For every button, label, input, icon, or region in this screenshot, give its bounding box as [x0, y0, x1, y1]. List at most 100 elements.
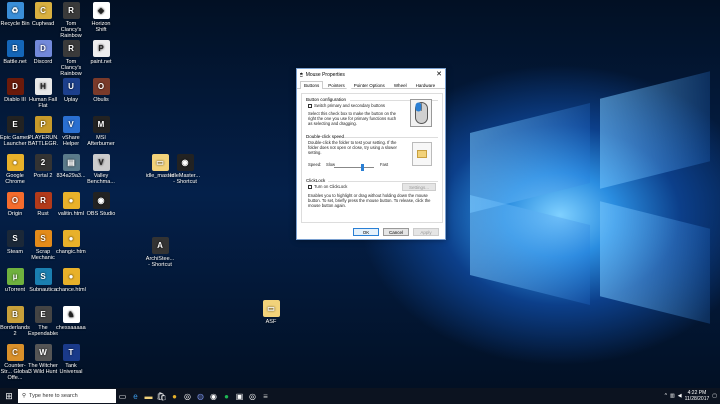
checkbox-box[interactable]: [308, 184, 312, 189]
desktop-icon-label: chance.html: [56, 287, 86, 293]
folder-icon: ▭: [151, 154, 169, 171]
tab-pointer-options[interactable]: Pointer Options: [350, 81, 389, 88]
desktop-icon[interactable]: O Origin: [0, 192, 30, 217]
search-icon: ⚲: [22, 393, 27, 399]
desktop-icon[interactable]: C Counter-Str... Global Offe...: [0, 344, 30, 381]
desktop-icon[interactable]: ◉ IdleMaster... - Shortcut: [170, 154, 200, 185]
recycle-bin-icon: ♻: [6, 2, 24, 19]
desktop-icon-label: Tank Universal: [59, 363, 83, 375]
desktop-icon[interactable]: R Tom Clancy's Rainbow Si...: [56, 40, 86, 77]
mouse-properties-taskbar-icon[interactable]: ≡: [259, 388, 272, 404]
rust-icon: R: [34, 192, 52, 209]
clicklock-checkbox[interactable]: Turn on ClickLock: [308, 184, 347, 189]
desktop-icon-label: Counter-Str... Global Offe...: [0, 363, 30, 381]
desktop-icon[interactable]: E Epic Games Launcher: [0, 116, 30, 147]
tab-buttons[interactable]: Buttons: [300, 81, 324, 89]
desktop-icon[interactable]: B Borderlands 2: [0, 306, 30, 337]
desktop-icon[interactable]: W The Witcher 3 Wild Hunt: [28, 344, 58, 375]
desktop-icon[interactable]: U Uplay: [56, 78, 86, 103]
desktop-icon[interactable]: R Rust: [28, 192, 58, 217]
clicklock-settings-button[interactable]: Settings...: [402, 183, 436, 191]
desktop-icon[interactable]: H Human Fall Flat: [28, 78, 58, 109]
chrome-html2-icon: ●: [62, 230, 80, 247]
discord-taskbar-icon[interactable]: ◍: [194, 388, 207, 404]
apply-button[interactable]: Apply: [413, 228, 439, 236]
desktop-icon[interactable]: ♞ chessaaaaa...: [56, 306, 86, 331]
desktop-icon-label: Borderlands 2: [0, 325, 30, 337]
chrome-html3-icon: ●: [62, 268, 80, 285]
checkbox-box[interactable]: [308, 103, 312, 108]
app-taskbar-icon[interactable]: ▣: [233, 388, 246, 404]
desktop-icon[interactable]: D Diablo III: [0, 78, 30, 103]
search-box[interactable]: ⚲ Type here to search: [18, 389, 116, 403]
notification-icon[interactable]: ▢: [712, 393, 717, 399]
desktop-icon[interactable]: ● chance.html: [56, 268, 86, 293]
network-icon[interactable]: ▥: [670, 393, 675, 399]
clock[interactable]: 4:22 PM 11/28/2017: [685, 390, 710, 402]
tab-wheel[interactable]: Wheel: [390, 81, 411, 88]
desktop-icon[interactable]: M MSI Afterburner: [86, 116, 116, 147]
task-view-icon[interactable]: ▭: [116, 388, 129, 404]
tab-hardware[interactable]: Hardware: [412, 81, 440, 88]
taskbar: ⊞ ⚲ Type here to search ▭ e ▬ 🛍 ● ◎ ◍ ◉ …: [0, 388, 720, 404]
desktop-icon[interactable]: ● Google Chrome: [0, 154, 30, 185]
desktop-icon[interactable]: C Cuphead: [28, 2, 58, 27]
desktop-icon[interactable]: µ uTorrent: [0, 268, 30, 293]
desktop-icon[interactable]: ▤ 834a29a3...: [56, 154, 86, 179]
desktop-icon[interactable]: VvShare Helper: [56, 116, 86, 147]
desktop-icon[interactable]: ● valitin.html: [56, 192, 86, 217]
desktop-icon[interactable]: ◆ Horizon Shift: [86, 2, 116, 33]
desktop-icon[interactable]: P PLAYERUN... BATTLEGR...: [28, 116, 58, 147]
desktop-icon[interactable]: E The Expendables: [28, 306, 58, 337]
desktop-icon[interactable]: S Steam: [0, 230, 30, 255]
desktop-icon[interactable]: B Battle.net: [0, 40, 30, 65]
origin-icon: O: [6, 192, 24, 209]
desktop-icon[interactable]: ◉ OBS Studio: [86, 192, 116, 217]
desktop-icon[interactable]: D Discord: [28, 40, 58, 65]
cancel-button[interactable]: Cancel: [383, 228, 409, 236]
steam-taskbar-icon[interactable]: ◎: [181, 388, 194, 404]
desktop-icon[interactable]: ● changic.html: [56, 230, 86, 255]
portal-icon: 2: [34, 154, 52, 171]
volume-icon[interactable]: ◀: [678, 393, 682, 399]
desktop-icon[interactable]: Ppaint.net: [86, 40, 116, 65]
msi-icon: M: [92, 116, 110, 133]
obs-taskbar-icon[interactable]: ◉: [207, 388, 220, 404]
chrome-taskbar-icon[interactable]: ●: [168, 388, 181, 404]
desktop-icon[interactable]: ▭ ASF: [256, 300, 286, 325]
button-config-description: Select this check box to make the button…: [308, 111, 397, 126]
desktop-icon[interactable]: S Scrap Mechanic: [28, 230, 58, 261]
ok-button[interactable]: OK: [353, 228, 379, 236]
windows-start-icon[interactable]: ⊞: [0, 388, 18, 404]
desktop-icon[interactable]: V Valley Benchma...: [86, 154, 116, 185]
double-click-speed-slider[interactable]: [334, 167, 374, 168]
slider-thumb[interactable]: [361, 164, 364, 171]
scrap-icon: S: [34, 230, 52, 247]
desktop-icon-label: The Expendables: [28, 325, 58, 337]
borderlands-icon: B: [6, 306, 24, 323]
file-explorer-icon[interactable]: ▬: [142, 388, 155, 404]
desktop-icon[interactable]: O Obulis: [86, 78, 116, 103]
desktop-icon[interactable]: R Tom Clancy's Rainbow Si...: [56, 2, 86, 39]
dialog-titlebar[interactable]: 🖱 Mouse Properties ✕: [297, 69, 445, 80]
close-icon[interactable]: ✕: [436, 71, 442, 78]
desktop-icon-label: Subnautica: [29, 287, 57, 293]
chrome-icon: ●: [6, 154, 24, 171]
expendables-icon: E: [34, 306, 52, 323]
desktop-icon[interactable]: 2 Portal 2: [28, 154, 58, 179]
desktop-icon[interactable]: A ArchiStee... - Shortcut: [145, 237, 175, 268]
store-icon[interactable]: 🛍: [155, 388, 168, 404]
desktop-icon-label: Horizon Shift: [91, 21, 111, 33]
desktop-icon[interactable]: T Tank Universal: [56, 344, 86, 375]
asf-folder-icon: ▭: [262, 300, 280, 317]
spotify-icon[interactable]: ●: [220, 388, 233, 404]
mouse-image-icon: [410, 99, 432, 127]
steam2-taskbar-icon[interactable]: ◎: [246, 388, 259, 404]
test-folder-icon[interactable]: [412, 142, 432, 166]
desktop-icon[interactable]: S Subnautica: [28, 268, 58, 293]
chevron-up-icon[interactable]: ^: [665, 393, 667, 399]
chrome-html-icon: ●: [62, 192, 80, 209]
switch-buttons-checkbox[interactable]: Switch primary and secondary buttons: [308, 103, 398, 108]
desktop-icon[interactable]: ♻ Recycle Bin: [0, 2, 30, 27]
edge-icon[interactable]: e: [129, 388, 142, 404]
